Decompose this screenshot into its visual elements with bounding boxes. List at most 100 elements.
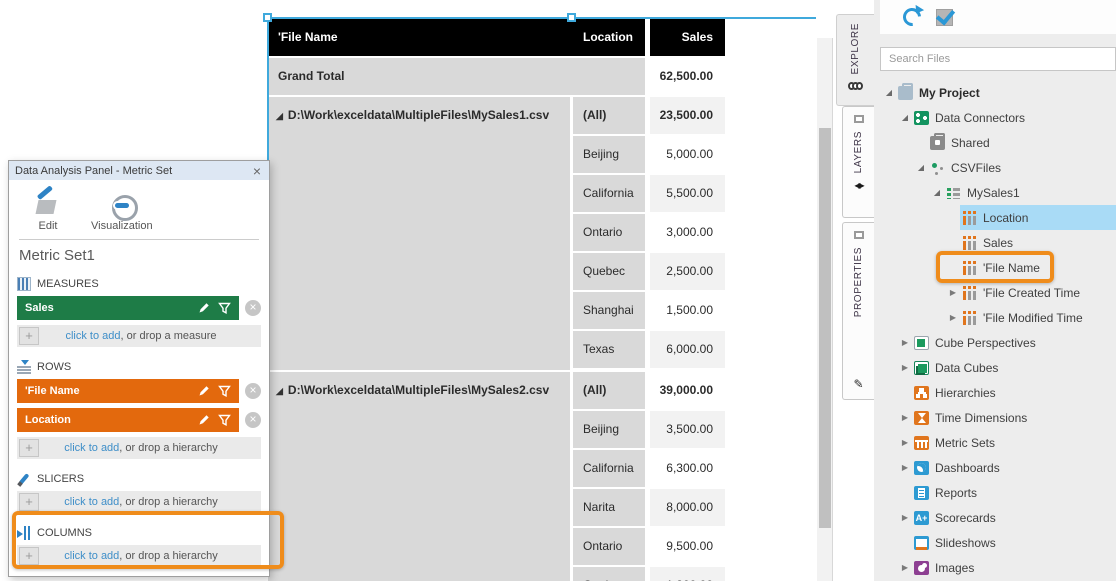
tab-properties[interactable]: PROPERTIES ✎	[842, 222, 874, 400]
search-input[interactable]	[880, 47, 1116, 71]
grand-total-label-cell[interactable]: Grand Total	[268, 58, 645, 95]
expand-arrow-icon[interactable]: ◢	[930, 188, 944, 197]
expand-arrow-icon[interactable]: ◢	[882, 88, 896, 97]
table-header-cell[interactable]: 'File Name Location	[268, 19, 645, 56]
edit-pencil-icon[interactable]	[198, 414, 210, 426]
visualization-button[interactable]: Visualization	[91, 193, 153, 237]
add-row-hierarchy[interactable]: + click to add, or drop a hierarchy	[17, 437, 261, 459]
panel-title-bar[interactable]: Data Analysis Panel - Metric Set ×	[9, 161, 269, 180]
table-cell-location[interactable]: Ontario	[573, 214, 645, 251]
expand-arrow-icon[interactable]: ◢	[898, 113, 912, 122]
table-cell-location[interactable]: Ontario	[573, 528, 645, 565]
checkout-icon[interactable]	[936, 9, 953, 26]
table-cell-location[interactable]: Quebec	[573, 253, 645, 290]
tree-item-time-dimensions[interactable]: ▶ Time Dimensions	[874, 405, 1116, 430]
table-cell-sales[interactable]: 8,000.00	[650, 489, 725, 526]
table-cell-location[interactable]: California	[573, 450, 645, 487]
measure-chip-sales[interactable]: Sales	[17, 296, 239, 320]
table-cell-sales[interactable]: 3,000.00	[650, 214, 725, 251]
refresh-icon[interactable]	[902, 7, 922, 27]
table-cell-sales[interactable]: 6,000.00	[650, 331, 725, 368]
collapsed-arrow-icon[interactable]: ▶	[898, 513, 912, 522]
tree-item-cube-perspectives[interactable]: ▶ Cube Perspectives	[874, 330, 1116, 355]
table-cell-location[interactable]: Shanghai	[573, 292, 645, 329]
collapsed-arrow-icon[interactable]: ▶	[898, 338, 912, 347]
table-cell-location[interactable]: (All)	[573, 97, 645, 134]
tree-item-file-modified-time[interactable]: ▶ 'File Modified Time	[874, 305, 1116, 330]
table-cell-sales[interactable]: 39,000.00	[650, 372, 725, 409]
tree-item-hierarchies[interactable]: Hierarchies	[874, 380, 1116, 405]
click-to-add-link[interactable]: click to add	[64, 496, 119, 508]
tree-item-scorecards[interactable]: ▶ Scorecards	[874, 505, 1116, 530]
tree-item-my-project[interactable]: ◢ My Project	[874, 80, 1116, 105]
selection-handle[interactable]	[567, 13, 576, 22]
tree-item-file-created-time[interactable]: ▶ 'File Created Time	[874, 280, 1116, 305]
collapsed-arrow-icon[interactable]: ▶	[946, 288, 960, 297]
vertical-scrollbar[interactable]	[817, 38, 833, 581]
filter-funnel-icon[interactable]	[218, 302, 231, 315]
collapsed-arrow-icon[interactable]: ▶	[898, 363, 912, 372]
table-cell-location[interactable]: Narita	[573, 489, 645, 526]
table-cell-file-name[interactable]: ◢D:\Work\exceldata\MultipleFiles\MySales…	[268, 372, 570, 581]
tree-item-reports[interactable]: Reports	[874, 480, 1116, 505]
tree-item-mysales1[interactable]: ◢ MySales1	[874, 180, 1116, 205]
table-cell-sales[interactable]: 3,500.00	[650, 411, 725, 448]
table-cell-location[interactable]: Texas	[573, 331, 645, 368]
table-cell-location[interactable]: California	[573, 175, 645, 212]
data-table[interactable]: 'File Name Location Sales Grand Total 62…	[268, 19, 726, 581]
table-cell-sales[interactable]: 5,500.00	[650, 175, 725, 212]
tree-item-csvfiles[interactable]: ◢ CSVFiles	[874, 155, 1116, 180]
edit-pencil-icon[interactable]	[198, 385, 210, 397]
table-cell-file-name[interactable]: ◢D:\Work\exceldata\MultipleFiles\MySales…	[268, 97, 570, 370]
collapsed-arrow-icon[interactable]: ▶	[898, 413, 912, 422]
edit-button[interactable]: Edit	[35, 193, 61, 237]
hierarchy-chip-file-name[interactable]: 'File Name	[17, 379, 239, 403]
table-cell-location[interactable]: Beijing	[573, 411, 645, 448]
tree-item-images[interactable]: ▶ Images	[874, 555, 1116, 580]
collapse-arrow-icon[interactable]: ◢	[276, 386, 283, 396]
tree-item-data-cubes[interactable]: ▶ Data Cubes	[874, 355, 1116, 380]
table-cell-location[interactable]: (All)	[573, 372, 645, 409]
edit-pencil-icon[interactable]	[198, 302, 210, 314]
filter-funnel-icon[interactable]	[218, 414, 231, 427]
collapsed-arrow-icon[interactable]: ▶	[898, 563, 912, 572]
tree-item-location[interactable]: Location	[874, 205, 1116, 230]
selection-handle[interactable]	[263, 13, 272, 22]
collapsed-arrow-icon[interactable]: ▶	[946, 313, 960, 322]
collapse-arrow-icon[interactable]: ◢	[276, 111, 283, 121]
scrollbar-thumb[interactable]	[819, 128, 831, 528]
data-structure-icon	[946, 186, 961, 200]
close-icon[interactable]: ×	[251, 164, 263, 178]
table-cell-sales[interactable]: 1,500.00	[650, 292, 725, 329]
table-cell-sales[interactable]: 23,500.00	[650, 97, 725, 134]
header-sales[interactable]: Sales	[650, 19, 725, 56]
selected-tree-row[interactable]: Location	[960, 205, 1116, 230]
remove-icon[interactable]: ×	[245, 383, 261, 399]
table-cell-sales[interactable]: 6,300.00	[650, 450, 725, 487]
add-measure-row[interactable]: + click to add, or drop a measure	[17, 325, 261, 347]
collapsed-arrow-icon[interactable]: ▶	[898, 438, 912, 447]
filter-funnel-icon[interactable]	[218, 385, 231, 398]
expand-arrow-icon[interactable]: ◢	[914, 163, 928, 172]
tree-item-shared[interactable]: Shared	[874, 130, 1116, 155]
add-slicer-row[interactable]: + click to add, or drop a hierarchy	[17, 491, 261, 513]
tree-item-dashboards[interactable]: ▶ Dashboards	[874, 455, 1116, 480]
remove-icon[interactable]: ×	[245, 412, 261, 428]
table-cell-sales[interactable]: 5,000.00	[650, 136, 725, 173]
hierarchy-chip-location[interactable]: Location	[17, 408, 239, 432]
tree-item-metric-sets[interactable]: ▶ Metric Sets	[874, 430, 1116, 455]
grand-total-sales-cell[interactable]: 62,500.00	[650, 58, 725, 95]
table-cell-sales[interactable]: 2,500.00	[650, 253, 725, 290]
collapsed-arrow-icon[interactable]: ▶	[898, 463, 912, 472]
remove-icon[interactable]: ×	[245, 300, 261, 316]
tree-item-data-connectors[interactable]: ◢ Data Connectors	[874, 105, 1116, 130]
table-cell-location[interactable]: Beijing	[573, 136, 645, 173]
table-cell-location[interactable]: Quebec	[573, 567, 645, 581]
click-to-add-link[interactable]: click to add	[65, 330, 120, 342]
tab-explore[interactable]: EXPLORE	[836, 14, 874, 106]
tree-item-slideshows[interactable]: Slideshows	[874, 530, 1116, 555]
table-cell-sales[interactable]: 1,800.00	[650, 567, 725, 581]
click-to-add-link[interactable]: click to add	[64, 442, 119, 454]
table-cell-sales[interactable]: 9,500.00	[650, 528, 725, 565]
tab-layers[interactable]: LAYERS ◀▶	[842, 106, 874, 218]
